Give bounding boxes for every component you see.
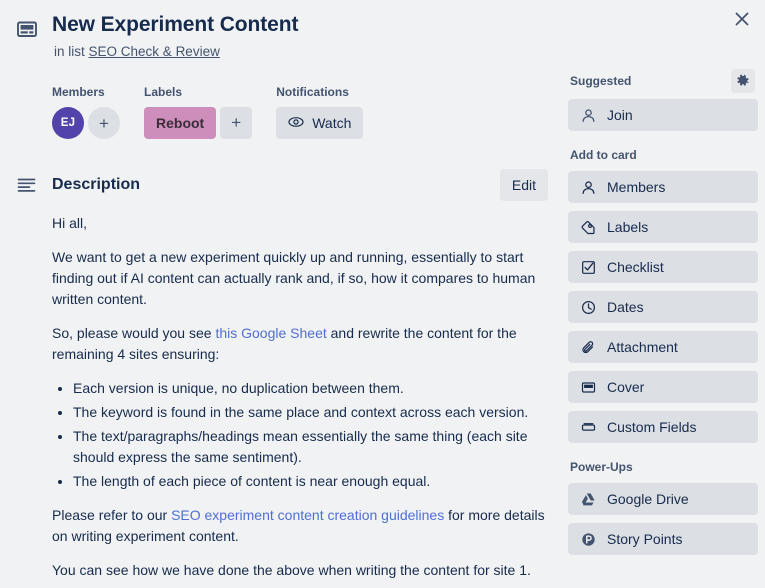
sidebar-item-attachment[interactable]: Attachment (568, 331, 758, 363)
paperclip-icon (580, 340, 597, 355)
sidebar-item-labels[interactable]: Labels (568, 211, 758, 243)
close-icon (734, 11, 750, 27)
card-breadcrumb: in list SEO Check & Review (54, 42, 705, 62)
gear-icon[interactable] (731, 69, 755, 93)
notifications-group: Notifications Watch (276, 84, 363, 139)
watch-button[interactable]: Watch (276, 107, 363, 139)
sidebar-section-add-to-card: Add to card Members La (568, 145, 758, 443)
description-title: Description (52, 175, 500, 195)
custom-fields-icon (580, 420, 597, 435)
person-icon (580, 180, 597, 195)
sidebar-section-power-ups: Power-Ups Google Drive (568, 457, 758, 555)
sidebar-item-google-drive[interactable]: Google Drive (568, 483, 758, 515)
eye-icon (288, 114, 304, 133)
list-name-link[interactable]: SEO Check & Review (89, 44, 220, 59)
guidelines-link[interactable]: SEO experiment content creation guidelin… (171, 507, 444, 523)
list-item: The length of each piece of content is n… (73, 471, 548, 492)
list-item: The keyword is found in the same place a… (73, 402, 548, 423)
add-member-button[interactable]: + (88, 107, 120, 139)
card-header: New Experiment Content in list SEO Check… (0, 0, 765, 62)
labels-label: Labels (144, 84, 252, 100)
sidebar-item-label: Cover (607, 379, 644, 396)
edit-description-button[interactable]: Edit (500, 169, 548, 201)
sidebar-item-label: Members (607, 179, 665, 196)
google-sheet-link[interactable]: this Google Sheet (215, 325, 326, 341)
notifications-label: Notifications (276, 84, 363, 100)
cover-icon (580, 380, 597, 395)
story-points-icon (580, 532, 597, 547)
list-item: The text/paragraphs/headings mean essent… (73, 426, 548, 468)
sidebar-item-label: Attachment (607, 339, 678, 356)
page-title: New Experiment Content (52, 12, 705, 38)
label-chip-reboot[interactable]: Reboot (144, 107, 216, 139)
sidebar-item-custom-fields[interactable]: Custom Fields (568, 411, 758, 443)
card-sidebar: Suggested Join (568, 62, 758, 569)
watch-button-label: Watch (312, 115, 351, 131)
close-card-button[interactable] (725, 2, 759, 36)
description-paragraph-4: You can see how we have done the above w… (52, 560, 548, 581)
person-icon (580, 108, 597, 123)
description-header: Description Edit (14, 169, 548, 201)
card-icon (16, 18, 38, 43)
sidebar-item-members[interactable]: Members (568, 171, 758, 203)
card-body: Members EJ + Labels Reboot + Notificatio… (0, 62, 765, 581)
add-label-button[interactable]: + (220, 107, 252, 139)
in-list-label: in list (54, 44, 85, 59)
sidebar-item-label: Join (607, 107, 633, 124)
sidebar-item-label: Labels (607, 219, 648, 236)
description-paragraph-1: We want to get a new experiment quickly … (52, 247, 548, 310)
description-paragraph-3: Please refer to our SEO experiment conte… (52, 505, 548, 547)
sidebar-item-label: Checklist (607, 259, 664, 276)
google-drive-icon (580, 492, 597, 507)
para3-pre: Please refer to our (52, 507, 171, 523)
para2-pre: So, please would you see (52, 325, 215, 341)
sidebar-item-cover[interactable]: Cover (568, 371, 758, 403)
power-ups-heading: Power-Ups (570, 459, 633, 475)
avatar[interactable]: EJ (52, 107, 84, 139)
clock-icon (580, 300, 597, 315)
checklist-icon (580, 260, 597, 275)
sidebar-section-suggested: Suggested Join (568, 69, 758, 131)
members-label: Members (52, 84, 120, 100)
description-greeting: Hi all, (52, 213, 548, 234)
description-body: Hi all, We want to get a new experiment … (52, 213, 548, 581)
description-bullet-list: Each version is unique, no duplication b… (52, 378, 548, 492)
sidebar-item-story-points[interactable]: Story Points (568, 523, 758, 555)
label-tag-icon (580, 220, 597, 235)
sidebar-item-label: Story Points (607, 531, 682, 548)
suggested-heading: Suggested (570, 73, 631, 89)
add-to-card-heading: Add to card (570, 147, 637, 163)
sidebar-item-label: Custom Fields (607, 419, 696, 436)
sidebar-item-join[interactable]: Join (568, 99, 758, 131)
sidebar-item-label: Dates (607, 299, 644, 316)
description-lines-icon (14, 176, 38, 195)
list-item: Each version is unique, no duplication b… (73, 378, 548, 399)
sidebar-item-label: Google Drive (607, 491, 689, 508)
card-main-column: Members EJ + Labels Reboot + Notificatio… (0, 62, 568, 581)
labels-group: Labels Reboot + (144, 84, 252, 139)
card-meta-row: Members EJ + Labels Reboot + Notificatio… (52, 84, 548, 139)
sidebar-item-dates[interactable]: Dates (568, 291, 758, 323)
description-paragraph-2: So, please would you see this Google She… (52, 323, 548, 365)
sidebar-item-checklist[interactable]: Checklist (568, 251, 758, 283)
members-group: Members EJ + (52, 84, 120, 139)
